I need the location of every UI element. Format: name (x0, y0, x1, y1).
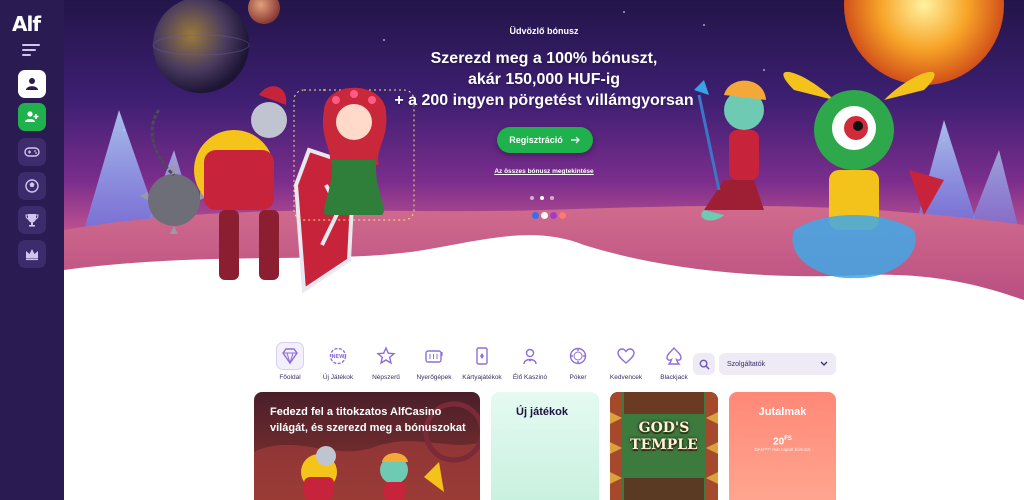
rewards-recent-winner: DAN**** már kapott bónuszt (754, 447, 811, 452)
sidebar-item-tournaments[interactable] (18, 206, 46, 234)
tab-card-games[interactable]: Kártyajátékok (458, 342, 506, 384)
game-card-gods-temple[interactable]: GOD'S TEMPLE (610, 392, 718, 500)
sidebar: Alf (0, 0, 64, 500)
sidebar-item-vip[interactable] (18, 240, 46, 268)
game-card-title: GOD'S TEMPLE (610, 420, 718, 454)
cat-icon-wrap (660, 342, 688, 370)
game-title-line-1: GOD'S (638, 420, 690, 436)
tab-label: Póker (569, 374, 587, 381)
tab-label: Kedvencek (609, 374, 643, 381)
arrow-right-icon (570, 136, 580, 144)
hero-banner: Üdvözlő bónusz Szerezd meg a 100% bónusz… (64, 0, 1024, 330)
tab-new-games[interactable]: NEW Új Játékok (314, 342, 362, 384)
svg-text:NEW: NEW (331, 354, 345, 360)
page: Üdvözlő bónusz Szerezd meg a 100% bónusz… (0, 0, 1024, 500)
register-button[interactable]: Regisztráció (497, 127, 593, 153)
cat-icon-wrap (516, 342, 544, 370)
tab-poker[interactable]: Póker (554, 342, 602, 384)
cat-icon-wrap (468, 342, 496, 370)
sports-ball-icon (25, 179, 39, 193)
tab-label: Blackjack (660, 374, 688, 381)
promo-card-title: Fedezd fel a titokzatos AlfCasino világá… (270, 406, 466, 434)
category-nav: Főoldal NEW Új Játékok Népszerű Nyerőgép… (266, 342, 698, 384)
welcome-bonus-label: Üdvözlő bónusz (509, 26, 579, 36)
sidebar-item-sports[interactable] (18, 172, 46, 200)
cat-icon-wrap (420, 342, 448, 370)
tab-popular[interactable]: Népszerű (362, 342, 410, 384)
register-button-label: Regisztráció (509, 135, 563, 145)
rewards-unit: FS (784, 436, 792, 442)
slider-dot[interactable] (550, 196, 554, 200)
menu-icon[interactable] (22, 44, 40, 58)
star-icon (376, 346, 396, 365)
playing-card-icon (476, 347, 488, 365)
cat-icon-wrap (612, 342, 640, 370)
tab-home[interactable]: Főoldal (266, 342, 314, 384)
sidebar-item-games[interactable] (18, 138, 46, 166)
payment-badges (532, 212, 566, 219)
badge-icon (541, 212, 548, 219)
cat-icon-wrap (564, 342, 592, 370)
new-badge-icon: NEW (329, 347, 347, 365)
logo[interactable]: Alf (12, 12, 52, 38)
user-icon (26, 78, 38, 90)
user-add-icon (25, 111, 39, 122)
all-bonuses-link[interactable]: Az összes bónusz megtekintése (64, 168, 1024, 175)
poker-chip-icon (569, 347, 587, 365)
provider-select[interactable]: Szolgáltatók (719, 353, 836, 375)
tab-label: Népszerű (372, 374, 400, 381)
game-title-line-2: TEMPLE (630, 437, 698, 453)
promo-card[interactable]: Fedezd fel a titokzatos AlfCasino világá… (254, 392, 480, 500)
tab-blackjack[interactable]: Blackjack (650, 342, 698, 384)
tab-label: Új Játékok (322, 374, 354, 381)
tab-label: Főoldal (279, 374, 301, 381)
cat-icon-wrap (372, 342, 400, 370)
tab-label: Élő Kaszinó (512, 374, 548, 381)
rewards-card[interactable]: Jutalmak 20FS DAN**** már kapott bónuszt (729, 392, 836, 500)
spade-icon (666, 346, 682, 365)
tab-label: Kártyajátékok (462, 374, 502, 381)
rewards-card-title: Jutalmak (758, 406, 807, 418)
badge-icon (559, 212, 566, 219)
diamond-icon (282, 348, 298, 365)
slider-dots (530, 196, 554, 200)
tab-favorites[interactable]: Kedvencek (602, 342, 650, 384)
tab-slots[interactable]: Nyerőgépek (410, 342, 458, 384)
badge-icon (550, 212, 557, 219)
new-games-card[interactable]: Új játékok (491, 392, 599, 500)
headline-line-2: akár 150,000 HUF-ig (467, 71, 621, 88)
chevron-down-icon (820, 361, 828, 366)
search-icon (699, 359, 710, 370)
dealer-icon (523, 348, 537, 365)
slider-dot[interactable] (530, 196, 534, 200)
sidebar-item-register[interactable] (18, 103, 46, 131)
trophy-icon (25, 214, 39, 227)
tab-live-casino[interactable]: Élő Kaszinó (506, 342, 554, 384)
provider-select-value: Szolgáltatók (727, 360, 766, 368)
sidebar-item-profile[interactable] (18, 70, 46, 98)
slider-dot-active[interactable] (540, 196, 544, 200)
headline-line-3: + a 200 ingyen pörgetést villámgyorsan (394, 92, 694, 109)
rewards-value: 20 (773, 436, 785, 448)
badge-icon (532, 212, 539, 219)
headline-line-1: Szerezd meg a 100% bónuszt, (430, 50, 658, 67)
rewards-free-spins: 20FS (729, 436, 836, 447)
cat-icon-wrap: NEW (324, 342, 352, 370)
slot-machine-icon (425, 350, 443, 363)
tab-label: Nyerőgépek (416, 374, 452, 381)
new-games-card-title: Új játékok (516, 406, 568, 418)
cat-icon-wrap (276, 342, 304, 370)
heart-icon (617, 348, 635, 364)
crown-icon (26, 249, 38, 261)
hero-headline: Szerezd meg a 100% bónuszt, akár 150,000… (64, 48, 1024, 111)
search-button[interactable] (693, 353, 715, 375)
gamepad-icon (24, 147, 40, 157)
